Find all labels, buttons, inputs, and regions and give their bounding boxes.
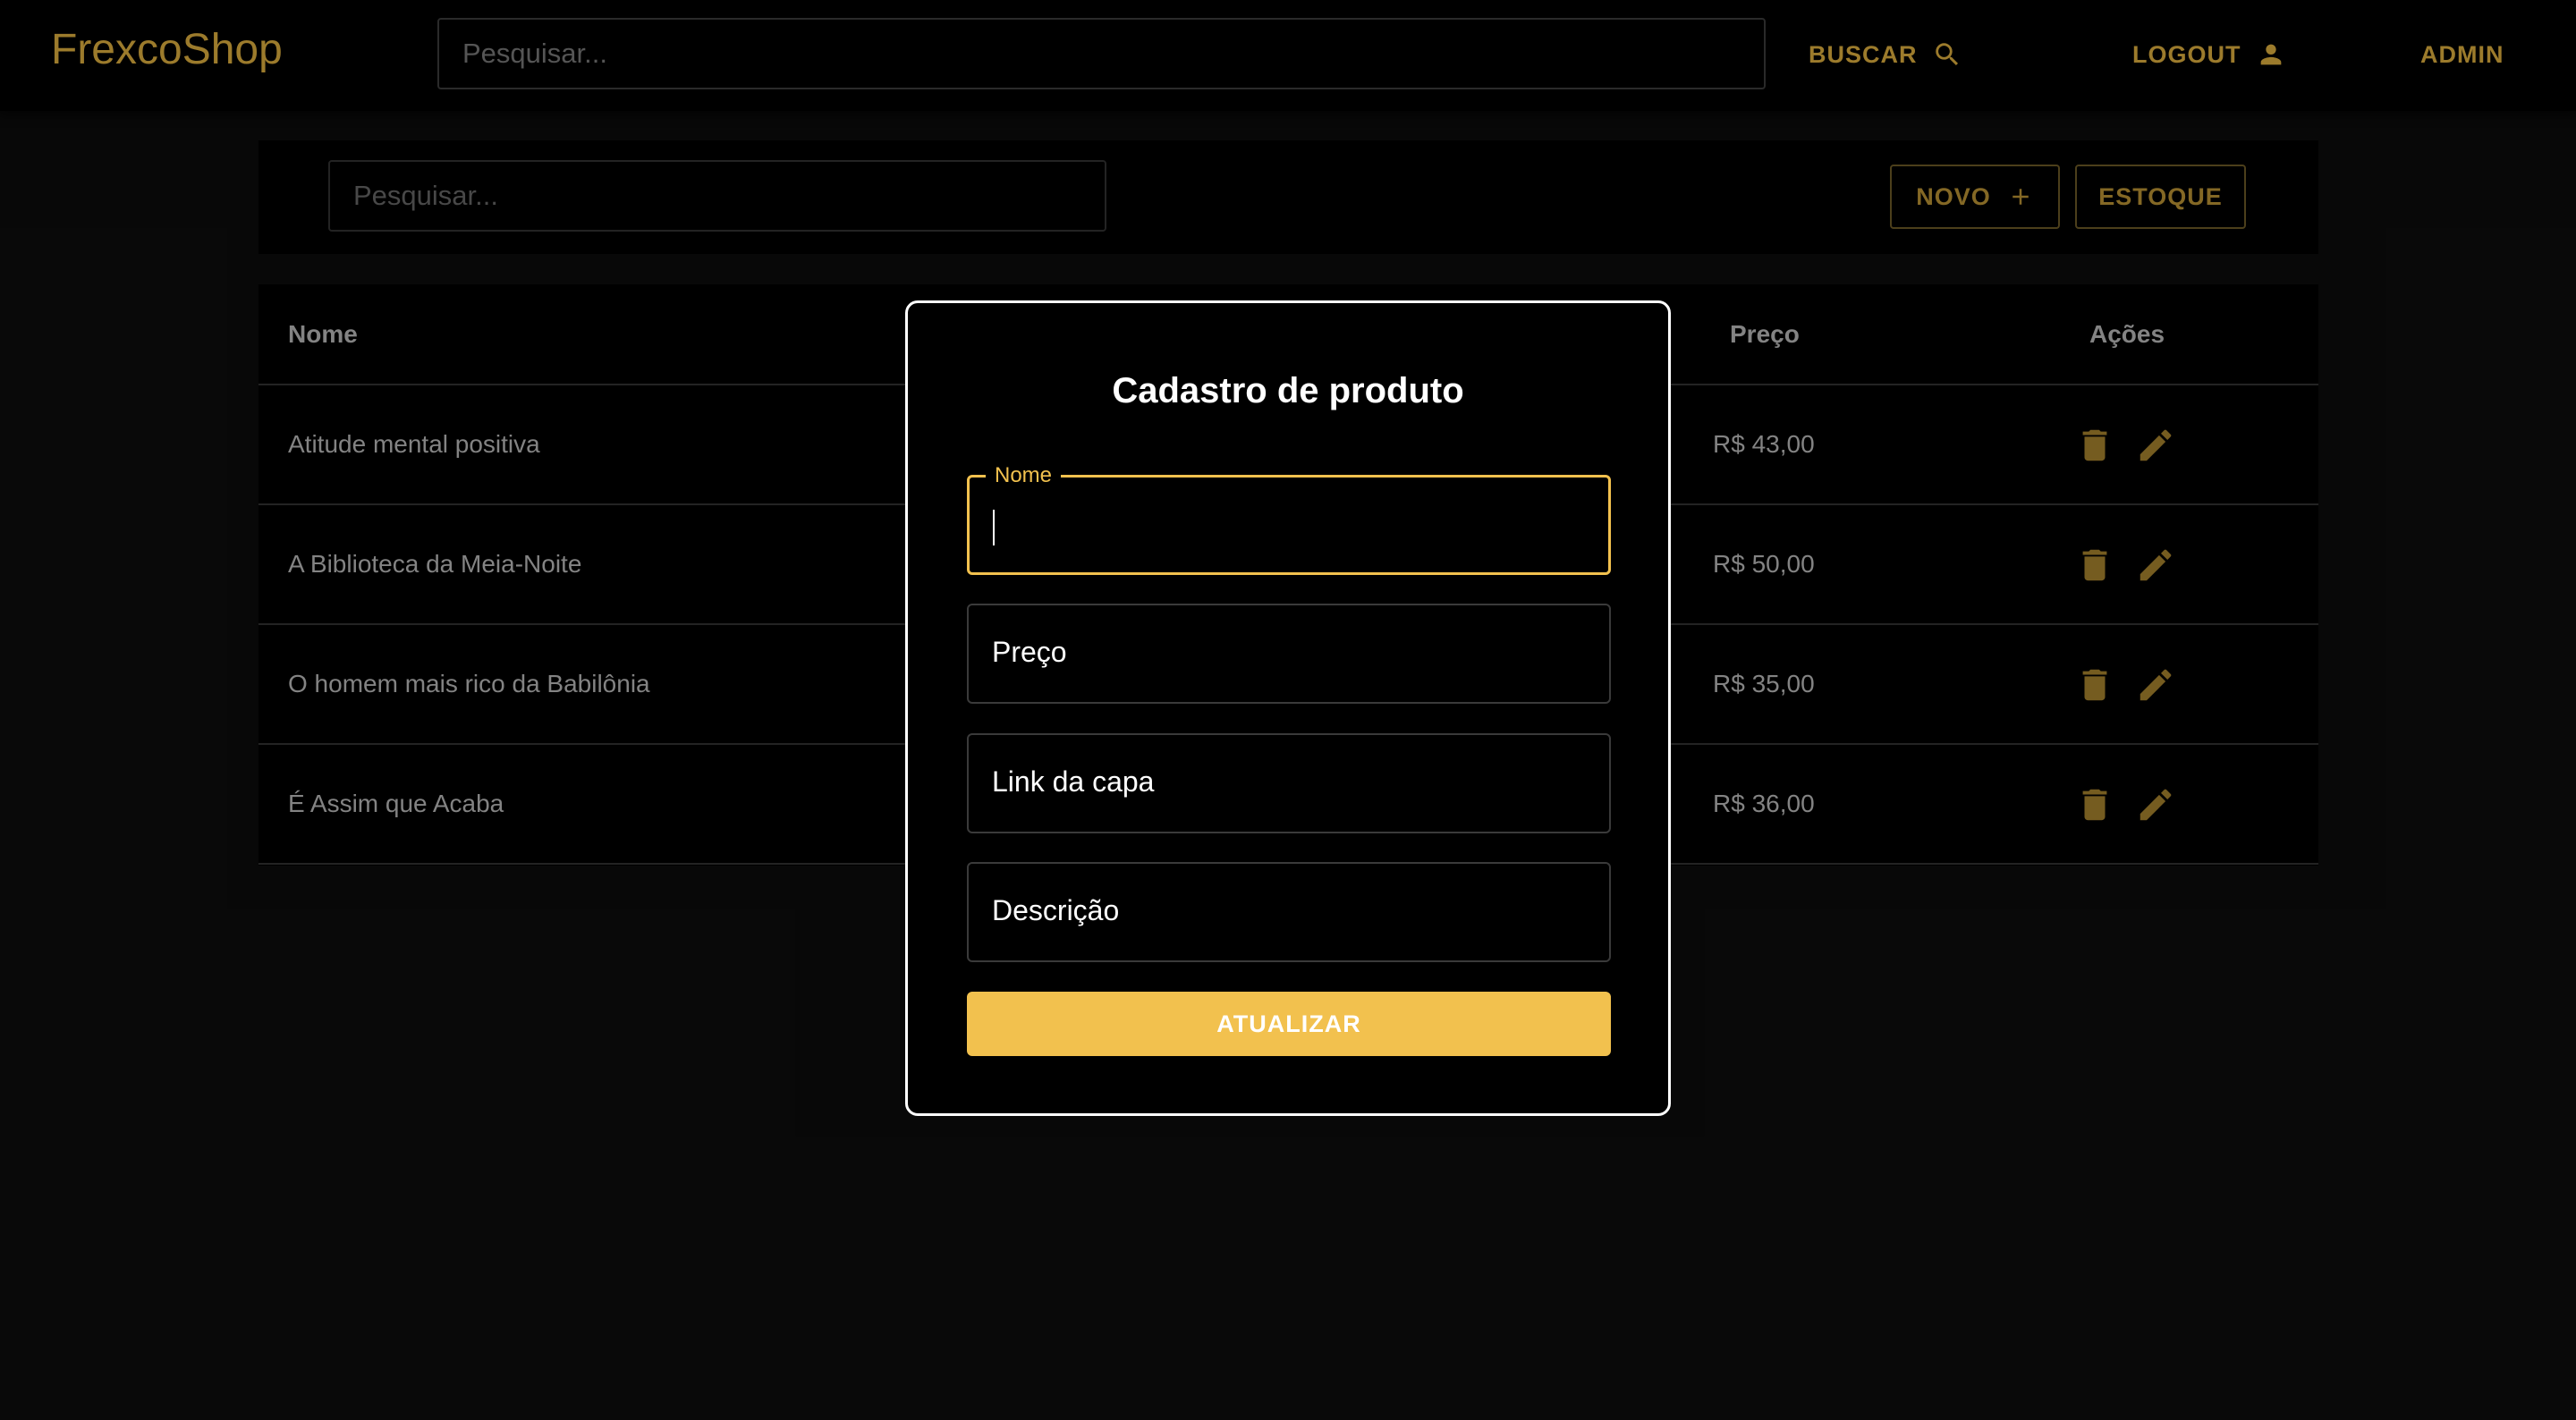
link-capa-field[interactable]: Link da capa [967,733,1611,833]
text-caret [993,510,995,545]
header-search-input[interactable] [437,18,1766,89]
search-icon [1935,43,1958,66]
preco-label: Preço [992,636,1067,668]
buscar-button[interactable]: BUSCAR [1809,32,1962,77]
descricao-label: Descrição [992,894,1120,926]
descricao-field[interactable]: Descrição [967,862,1611,962]
product-form-modal: Cadastro de produto Nome Preço Link da c… [905,300,1671,1116]
nome-input[interactable] [970,478,1608,572]
nome-field[interactable]: Nome [967,463,1611,575]
brand-logo[interactable]: FrexcoShop [51,25,283,74]
buscar-label: BUSCAR [1809,40,1918,68]
preco-field[interactable]: Preço [967,604,1611,704]
admin-button[interactable]: ADMIN [2420,32,2504,77]
modal-title: Cadastro de produto [1112,371,1464,410]
app-bar: FrexcoShop BUSCAR LOGOUT ADMIN [0,0,2576,111]
logout-label: LOGOUT [2132,40,2241,68]
person-icon [2260,44,2281,65]
logout-button[interactable]: LOGOUT [2132,32,2286,77]
admin-label: ADMIN [2420,40,2504,68]
link-capa-label: Link da capa [992,765,1155,798]
atualizar-button[interactable]: ATUALIZAR [967,992,1611,1056]
